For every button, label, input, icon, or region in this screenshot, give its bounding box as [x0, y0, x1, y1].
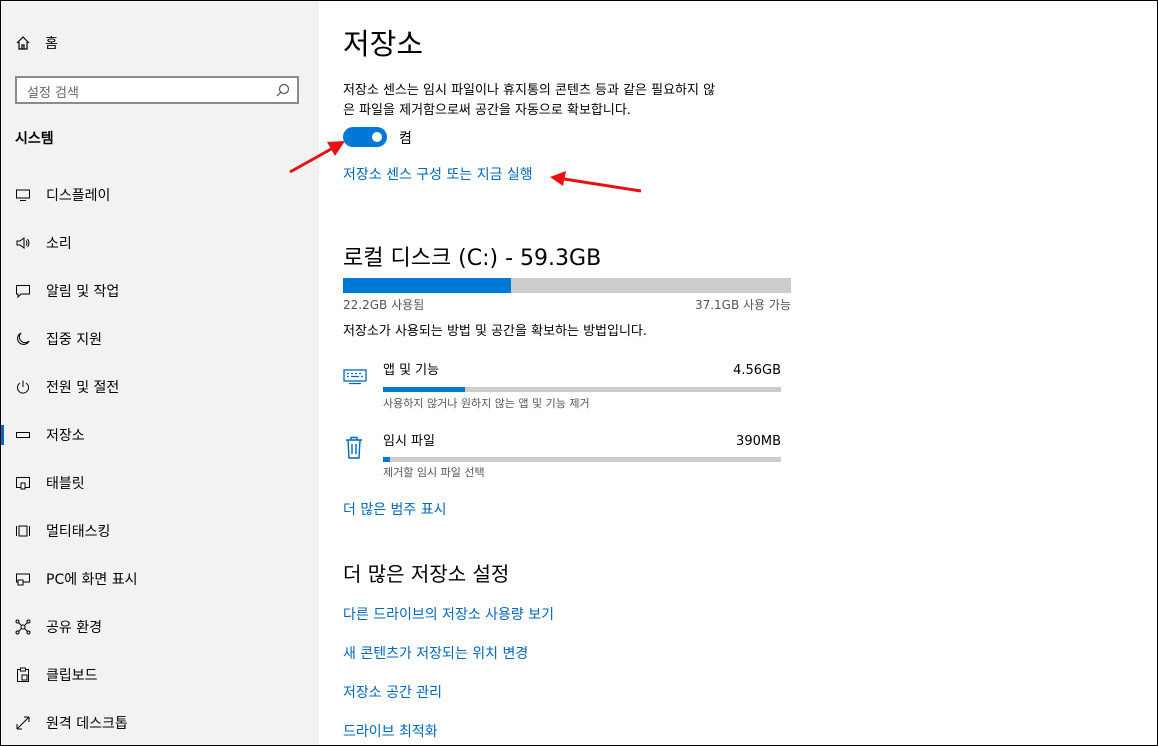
- disk-free-label: 37.1GB 사용 가능: [694, 298, 791, 312]
- remote-desktop-icon: [13, 713, 33, 733]
- category-usage-fill: [383, 457, 391, 462]
- power-icon: [13, 377, 33, 397]
- sidebar-item-focus-assist[interactable]: 집중 지원: [1, 321, 319, 357]
- toggle-state-label: 켬: [399, 131, 412, 147]
- sidebar-item-storage[interactable]: 저장소: [1, 417, 319, 453]
- settings-window: 홈 설정 검색 시스템 디스플레이 소리 알림 및 작업 집중 지원 전원 및 …: [0, 0, 1158, 746]
- share-icon: [13, 617, 33, 637]
- main-content: 저장소 저장소 센스는 임시 파일이나 휴지통의 콘텐츠 등과 같은 필요하지 …: [319, 1, 1157, 745]
- notification-icon: [13, 281, 33, 301]
- more-settings-title: 더 많은 저장소 설정: [343, 562, 510, 586]
- sidebar-item-label: 원격 데스크톱: [46, 716, 128, 732]
- sidebar-item-label: 디스플레이: [46, 188, 111, 204]
- sidebar-item-tablet[interactable]: 태블릿: [1, 465, 319, 501]
- section-title: 시스템: [15, 131, 54, 147]
- monitor-icon: [13, 185, 33, 205]
- sidebar-item-power[interactable]: 전원 및 절전: [1, 369, 319, 405]
- search-input[interactable]: 설정 검색: [15, 76, 299, 104]
- trash-icon: [346, 436, 362, 459]
- sidebar-item-label: 저장소: [46, 428, 85, 444]
- home-icon: [16, 36, 30, 50]
- page-title: 저장소: [343, 27, 424, 61]
- sidebar-item-clipboard[interactable]: 클립보드: [1, 657, 319, 693]
- multitasking-icon: [13, 521, 33, 541]
- disk-usage-bar: [343, 278, 791, 293]
- home-nav-item[interactable]: 홈: [15, 32, 58, 54]
- category-usage-bar: [383, 387, 781, 392]
- storage-sense-description: 저장소 센스는 임시 파일이나 휴지통의 콘텐츠 등과 같은 필요하지 않 은 …: [343, 81, 803, 121]
- description-line: 은 파일을 제거함으로써 공간을 자동으로 확보합니다.: [343, 103, 631, 118]
- sidebar-item-label: 태블릿: [46, 476, 85, 492]
- disk-title: 로컬 디스크 (C:) - 59.3GB: [343, 246, 602, 271]
- sidebar-item-notifications[interactable]: 알림 및 작업: [1, 273, 319, 309]
- category-subtext: 사용하지 않거나 원하지 않는 앱 및 기능 제거: [383, 397, 590, 410]
- link-optimize-drives[interactable]: 드라이브 최적화: [343, 721, 438, 741]
- link-manage-storage-spaces[interactable]: 저장소 공간 관리: [343, 682, 442, 702]
- category-subtext: 제거할 임시 파일 선택: [383, 466, 485, 479]
- category-name: 앱 및 기능: [383, 363, 440, 378]
- sidebar-item-label: 클립보드: [46, 668, 98, 684]
- disk-usage-fill: [343, 278, 511, 293]
- tablet-icon: [13, 473, 33, 493]
- more-categories-link[interactable]: 더 많은 범주 표시: [343, 499, 447, 519]
- usage-intro: 저장소가 사용되는 방법 및 공간을 확보하는 방법입니다.: [343, 324, 648, 339]
- description-line: 저장소 센스는 임시 파일이나 휴지통의 콘텐츠 등과 같은 필요하지 않: [343, 83, 716, 98]
- category-size: 390MB: [736, 434, 781, 449]
- sidebar-item-label: 전원 및 절전: [46, 380, 120, 396]
- sidebar-item-label: 소리: [46, 236, 72, 252]
- link-other-drives-usage[interactable]: 다른 드라이브의 저장소 사용량 보기: [343, 604, 554, 624]
- category-size: 4.56GB: [733, 363, 781, 378]
- storage-icon: [13, 425, 33, 445]
- search-icon: [276, 83, 290, 97]
- sidebar-item-label: 공유 환경: [46, 620, 102, 636]
- project-icon: [13, 569, 33, 589]
- speaker-icon: [13, 233, 33, 253]
- sidebar-item-multitasking[interactable]: 멀티태스킹: [1, 513, 319, 549]
- sidebar-item-label: PC에 화면 표시: [46, 572, 138, 588]
- keyboard-icon: [343, 369, 367, 385]
- sidebar-item-display[interactable]: 디스플레이: [1, 177, 319, 213]
- sidebar-item-project[interactable]: PC에 화면 표시: [1, 561, 319, 597]
- sidebar-item-label: 멀티태스킹: [46, 524, 111, 540]
- sidebar-item-remote-desktop[interactable]: 원격 데스크톱: [1, 705, 319, 741]
- moon-icon: [13, 329, 33, 349]
- home-label: 홈: [45, 36, 58, 52]
- toggle-knob: [372, 132, 382, 142]
- sidebar-item-sound[interactable]: 소리: [1, 225, 319, 261]
- configure-storage-sense-link[interactable]: 저장소 센스 구성 또는 지금 실행: [343, 164, 533, 184]
- category-usage-bar: [383, 457, 781, 462]
- link-change-save-location[interactable]: 새 콘텐츠가 저장되는 위치 변경: [343, 643, 528, 663]
- category-temp-files[interactable]: 임시 파일 390MB 제거할 임시 파일 선택: [341, 430, 781, 486]
- category-apps-features[interactable]: 앱 및 기능 4.56GB 사용하지 않거나 원하지 않는 앱 및 기능 제거: [341, 359, 781, 415]
- search-placeholder: 설정 검색: [27, 86, 79, 101]
- sidebar: 홈 설정 검색 시스템 디스플레이 소리 알림 및 작업 집중 지원 전원 및 …: [1, 1, 319, 745]
- clipboard-icon: [13, 665, 33, 685]
- storage-sense-toggle[interactable]: [343, 127, 387, 147]
- category-name: 임시 파일: [383, 434, 435, 449]
- sidebar-item-label: 알림 및 작업: [46, 284, 120, 300]
- sidebar-item-shared-experiences[interactable]: 공유 환경: [1, 609, 319, 645]
- disk-used-label: 22.2GB 사용됨: [343, 298, 425, 312]
- category-usage-fill: [383, 387, 465, 392]
- sidebar-item-label: 집중 지원: [46, 332, 102, 348]
